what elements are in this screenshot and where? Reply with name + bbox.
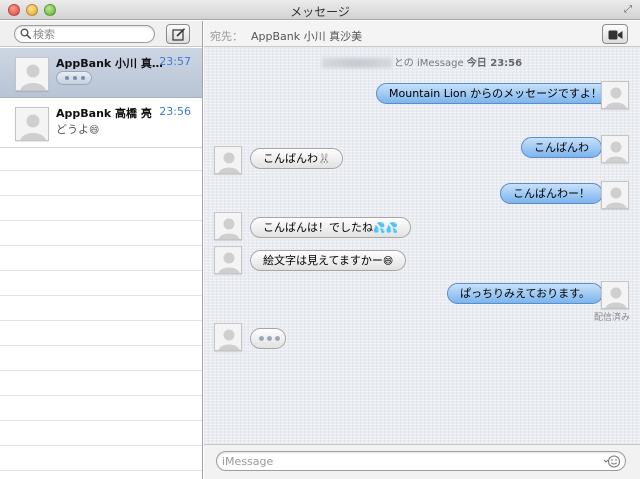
message-transcript-pane: 宛先： AppBank 小川 真沙美 との iMessage 今日 23:56 … (204, 21, 640, 479)
message-text: こんばんわ (534, 141, 589, 154)
my-avatar-icon (601, 281, 629, 309)
typing-indicator-icon (56, 71, 92, 85)
fullscreen-icon[interactable]: ⤢ (622, 4, 634, 16)
search-input[interactable] (33, 27, 151, 41)
message-bubble-incoming[interactable]: こんばんは！でしたね💦💦 (250, 217, 411, 238)
compose-button[interactable] (166, 24, 190, 44)
smile-emoji-icon: 😄 (89, 125, 100, 136)
rabbit-emoji-icon: 🐰 (318, 154, 331, 165)
my-avatar-icon (601, 81, 629, 109)
facetime-button[interactable] (602, 24, 628, 44)
my-avatar-icon (601, 181, 629, 209)
preview-text: どうよ (56, 123, 89, 136)
search-icon (20, 28, 31, 39)
smile-emoji-icon: 😄 (382, 256, 394, 267)
message-text: こんばんは！でしたね (263, 221, 373, 234)
my-avatar-icon (601, 135, 629, 163)
redacted-address (321, 58, 392, 68)
message-text: こんばんわ (263, 152, 318, 165)
conversation-list: AppBank 小川 真… 23:57 AppBank 高橋 亮 23:56 ど… (0, 48, 202, 148)
message-bubble-outgoing[interactable]: Mountain Lion からのメッセージですよ！ (376, 83, 615, 104)
conversation-item-ogawa[interactable]: AppBank 小川 真… 23:57 (0, 48, 202, 98)
conversation-name: AppBank 高橋 亮 (56, 107, 152, 120)
to-label: 宛先： (210, 30, 243, 43)
title-bar: メッセージ ⤢ (0, 0, 640, 20)
message-bubble-incoming[interactable]: こんばんわ🐰 (250, 148, 344, 169)
conversation-preview: どうよ😄 (56, 121, 99, 137)
message-bubble-outgoing[interactable]: こんばんわー！ (500, 183, 603, 204)
contact-avatar-icon (214, 146, 242, 174)
sweat-emoji-icon: 💦💦 (373, 223, 398, 234)
contact-avatar-icon (214, 246, 242, 274)
message-input[interactable] (222, 454, 602, 469)
message-text: ぱっちりみえております。 (460, 287, 591, 300)
message-bubble-outgoing[interactable]: こんばんわ (521, 137, 602, 158)
session-timestamp: との iMessage 今日 23:56 (204, 54, 640, 69)
session-date: 今日 23:56 (466, 58, 523, 69)
video-camera-icon (608, 30, 623, 40)
message-text: こんばんわー！ (513, 187, 590, 200)
contact-avatar-icon (15, 57, 49, 91)
window-title: メッセージ (290, 5, 350, 19)
compose-icon (172, 28, 186, 41)
message-text: Mountain Lion からのメッセージですよ！ (389, 87, 602, 100)
emoji-picker-icon[interactable] (603, 454, 621, 469)
message-bubble-outgoing[interactable]: ぱっちりみえております。 (447, 283, 604, 304)
contact-avatar-icon (214, 212, 242, 240)
message-text: 絵文字は見えてますかー (263, 254, 383, 267)
conversation-name: AppBank 小川 真… (56, 57, 163, 70)
message-bubble-incoming[interactable]: 絵文字は見えてますかー😄 (250, 250, 407, 271)
session-label: との iMessage (393, 58, 464, 69)
recipient-name[interactable]: AppBank 小川 真沙美 (251, 28, 362, 44)
composer-bar (204, 444, 640, 479)
sidebar-toolbar (0, 21, 202, 47)
typing-indicator-bubble (250, 328, 286, 349)
conversation-time: 23:56 (159, 105, 191, 118)
conversation-time: 23:57 (159, 55, 191, 68)
recipient-header: 宛先： AppBank 小川 真沙美 (204, 21, 640, 47)
search-field[interactable] (14, 25, 155, 43)
conversation-sidebar: AppBank 小川 真… 23:57 AppBank 高橋 亮 23:56 ど… (0, 21, 203, 479)
message-field[interactable] (216, 451, 626, 471)
conversation-item-takahashi[interactable]: AppBank 高橋 亮 23:56 どうよ😄 (0, 98, 202, 148)
contact-avatar-icon (214, 323, 242, 351)
delivered-status: 配信済み (593, 313, 630, 323)
contact-avatar-icon (15, 107, 49, 141)
